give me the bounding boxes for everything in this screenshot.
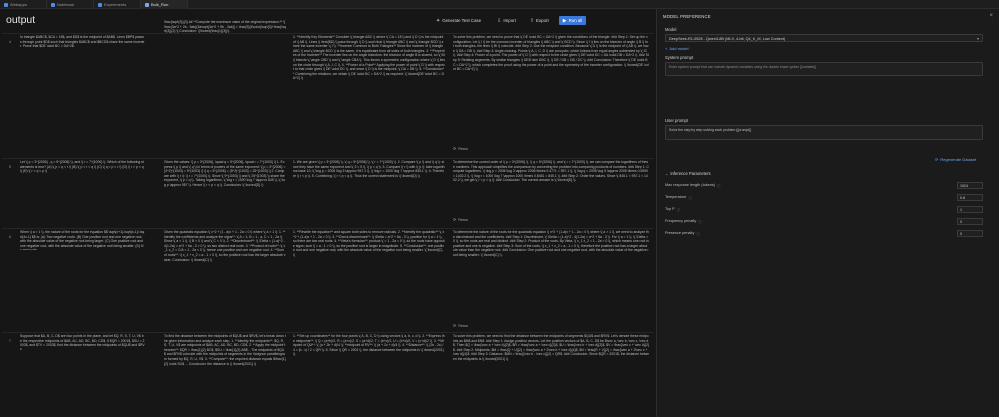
bulk-run-icon — [145, 2, 149, 7]
table-row: 7 Suppose that $A, B, C, D$ are four poi… — [2, 332, 654, 417]
param-top-p: Top Pⓘ 1 — [665, 205, 983, 213]
answer-cell[interactable]: Given the values: \[ p = 3^{2006}, \quad… — [164, 160, 286, 225]
row-index: 5 — [9, 165, 11, 169]
info-icon: ⓘ — [698, 219, 702, 224]
rerun-icon: ⟳ — [453, 323, 457, 328]
add-model-button[interactable]: + Add model — [665, 46, 688, 51]
model-label: Model — [665, 27, 677, 32]
answer-cell[interactable]: To find the distance between the midpoin… — [164, 334, 286, 416]
panel-title: MODEL PREFERENCE — [663, 14, 711, 19]
prompt-cell[interactable]: When \( a > 1 \), the nature of the root… — [20, 230, 145, 250]
refresh-icon: ⟳ — [935, 157, 939, 162]
table-row: 5 Let \( p = 3^{2006} , q = 5^{2006} \),… — [2, 158, 654, 228]
info-icon: ⓘ — [688, 195, 692, 200]
regenerate-dataset-button[interactable]: ⟳ Regenerate Dataset — [935, 157, 976, 162]
row-index: 6 — [9, 235, 11, 239]
prompt-cell[interactable]: Suppose that $A, B, C, D$ are four point… — [20, 334, 145, 350]
reference-cell[interactable]: To solve this problem, we need to find t… — [453, 334, 649, 416]
prompt-cell[interactable]: In triangle $ABC$, $CA = 18$, and $D$ is… — [20, 35, 145, 55]
tab-webapps[interactable]: Webapps — [0, 0, 47, 9]
rerun-button[interactable]: ⟳ Rerun — [453, 217, 468, 222]
run-all-button[interactable]: ▶ Run all — [558, 16, 587, 25]
page-title: output — [6, 14, 36, 26]
reference-cell[interactable]: To solve this problem, we need to prove … — [453, 35, 649, 145]
model-select[interactable]: DeepSeek-R1-0528 - Qwen3-8B (MLX, 4-bit,… — [665, 34, 983, 42]
model-preference-panel: MODEL PREFERENCE × Model DeepSeek-R1-052… — [656, 9, 999, 417]
response-cell[interactable]: 1. We are given \( p = 3^{2006} \), \( q… — [293, 160, 445, 225]
play-icon: ▶ — [562, 17, 567, 24]
user-prompt-label: User prompt — [665, 118, 689, 123]
system-prompt-input[interactable]: Enter system prompt that can include dyn… — [665, 62, 983, 76]
toolbar: ✦ Generate Test Case ⇩ Import ⇧ Export ▶ Run… — [432, 16, 587, 25]
frequency-penalty-input[interactable]: 0 — [957, 217, 983, 225]
response-cell[interactable]: 1. **Rewrite the equation** and square b… — [293, 230, 445, 328]
param-frequency-penalty: Frequency penalty ⓘ 0 — [665, 217, 983, 225]
answer-cell[interactable]: Given the quadratic equation \( x^2 + (1… — [164, 230, 286, 328]
max-tokens-input[interactable]: 1024 — [957, 181, 983, 189]
reference-cell[interactable]: To determine the nature of the roots for… — [453, 230, 649, 322]
table-row: 4 In triangle $ABC$, $CA = 18$, and $D$ … — [2, 20, 654, 158]
table-row: 6 When \( a > 1 \), the nature of the ro… — [2, 228, 654, 332]
system-prompt-label: System prompt — [665, 55, 694, 60]
rerun-icon: ⟳ — [453, 217, 457, 222]
info-icon: ⓘ — [696, 231, 700, 236]
notebook-icon — [51, 2, 55, 7]
param-temperature: Temperature ⓘ 0.8 — [665, 193, 983, 201]
top-p-input[interactable]: 1 — [957, 205, 983, 213]
tab-bulk-run[interactable]: Bulk_Run — [141, 0, 188, 9]
info-icon: ⓘ — [717, 183, 721, 188]
results-table: 4 In triangle $ABC$, $CA = 18$, and $D$ … — [2, 20, 654, 417]
info-icon: ⓘ — [676, 207, 681, 212]
import-icon: ⇩ — [497, 17, 502, 24]
experiments-icon — [98, 2, 102, 7]
prompt-cell[interactable]: Let \( p = 3^{2006} , q = 5^{2006} \), a… — [20, 160, 145, 176]
rerun-button[interactable]: ⟳ Rerun — [453, 146, 468, 151]
plus-icon: + — [665, 46, 668, 51]
import-button[interactable]: ⇩ Import — [493, 16, 520, 25]
chevron-down-icon: ▾ — [976, 36, 979, 41]
temperature-input[interactable]: 0.8 — [957, 193, 983, 201]
sparkle-icon: ✦ — [436, 17, 441, 24]
param-max-tokens: Max response length (tokens) ⓘ 1024 — [665, 181, 983, 189]
row-index: 7 — [9, 339, 11, 343]
answer-cell[interactable]: \frac{\sqrt{3}}{3} ## **Compute the maxi… — [164, 20, 286, 52]
generate-test-case-button[interactable]: ✦ Generate Test Case — [432, 16, 485, 25]
main-area: output ✦ Generate Test Case ⇩ Import ⇧ Expo… — [0, 9, 656, 417]
row-index: 4 — [9, 40, 11, 44]
response-cell[interactable]: 1. **Set up coordinates** for the four p… — [293, 334, 445, 416]
rerun-icon: ⟳ — [453, 146, 457, 151]
rerun-button[interactable]: ⟳ Rerun — [453, 323, 468, 328]
tab-notebook[interactable]: Notebook — [47, 0, 94, 9]
inference-parameters-header[interactable]: ⌄ Inference Parameters — [665, 171, 711, 176]
close-icon[interactable]: × — [989, 13, 993, 19]
browser-tab-bar: Webapps Notebook Experiments Bulk_Run — [0, 0, 999, 9]
tab-experiments[interactable]: Experiments — [94, 0, 141, 9]
export-icon: ⇧ — [529, 17, 535, 24]
response-cell[interactable]: 1. **Identify Key Elements** Consider \(… — [293, 35, 445, 154]
user-prompt-input[interactable]: Solve the step by step solving each prob… — [665, 125, 983, 140]
param-presence-penalty: Presence penalty ⓘ 0 — [665, 229, 983, 237]
presence-penalty-input[interactable]: 0 — [957, 229, 983, 237]
chevron-down-icon: ⌄ — [665, 171, 669, 176]
reference-cell[interactable]: To determine the correct order of \( p =… — [453, 160, 649, 214]
app-icon — [4, 2, 8, 7]
export-button[interactable]: ⇧ Export — [526, 16, 553, 25]
